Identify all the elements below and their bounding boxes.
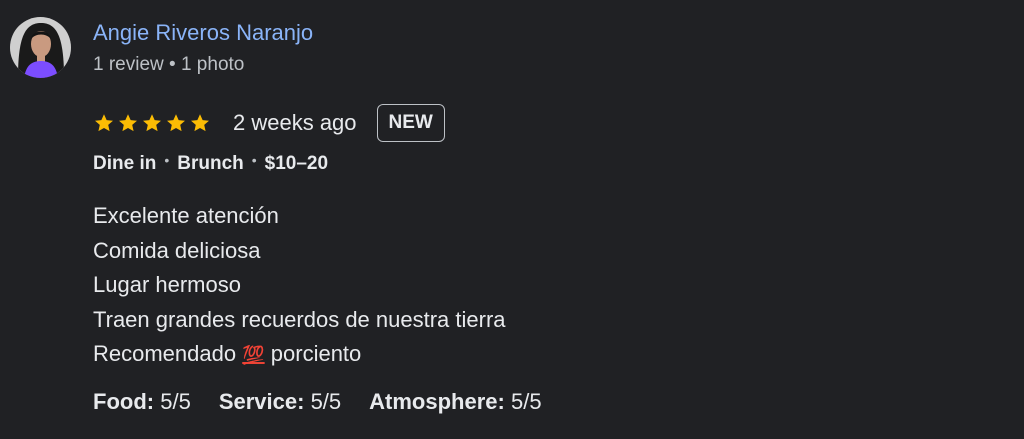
reviewer-meta: 1 review • 1 photo xyxy=(93,54,245,75)
atmosphere-score: Atmosphere: 5/5 xyxy=(369,389,541,415)
avatar-photo xyxy=(10,17,71,78)
review-line: Lugar hermoso xyxy=(93,272,241,297)
review-line: Excelente atención xyxy=(93,203,279,228)
sub-ratings: Food: 5/5 Service: 5/5 Atmosphere: 5/5 xyxy=(93,389,570,415)
star-icon xyxy=(119,113,137,131)
tag-price: $10–20 xyxy=(264,153,329,174)
tag-meal: Brunch xyxy=(177,153,244,174)
review-line-start: Recomendado xyxy=(93,341,237,366)
star-icon xyxy=(167,113,185,131)
tag-separator: • xyxy=(164,152,170,168)
star-icon xyxy=(95,113,113,131)
star-icon xyxy=(143,113,161,131)
service-value: 5/5 xyxy=(310,389,342,414)
review-line: Recomendado 💯 porciento xyxy=(93,337,506,373)
service-label: Service: xyxy=(218,389,305,414)
food-label: Food: xyxy=(93,389,155,414)
review-time: 2 weeks ago xyxy=(233,109,357,135)
food-value: 5/5 xyxy=(160,389,191,414)
visit-tags: Dine in • Brunch • $10–20 xyxy=(93,152,329,175)
star-rating xyxy=(93,112,211,134)
review-line-end: porciento xyxy=(270,341,362,366)
tag-dine-in: Dine in xyxy=(93,153,157,174)
service-score: Service: 5/5 xyxy=(219,389,341,415)
new-badge: NEW xyxy=(376,103,445,142)
hundred-points-emoji: 💯 xyxy=(242,345,265,365)
atmosphere-value: 5/5 xyxy=(510,389,542,414)
reviewer-avatar[interactable] xyxy=(10,17,71,78)
tag-separator: • xyxy=(251,152,257,168)
star-icon xyxy=(191,113,209,131)
review-text: Excelente atención Comida deliciosa Luga… xyxy=(93,199,506,373)
rating-row: 2 weeks ago NEW xyxy=(93,102,445,143)
review-line: Traen grandes recuerdos de nuestra tierr… xyxy=(93,306,506,332)
atmosphere-label: Atmosphere: xyxy=(369,389,505,414)
review-line: Comida deliciosa xyxy=(93,237,261,263)
food-score: Food: 5/5 xyxy=(93,389,191,415)
reviewer-name[interactable]: Angie Riveros Naranjo xyxy=(93,20,313,46)
